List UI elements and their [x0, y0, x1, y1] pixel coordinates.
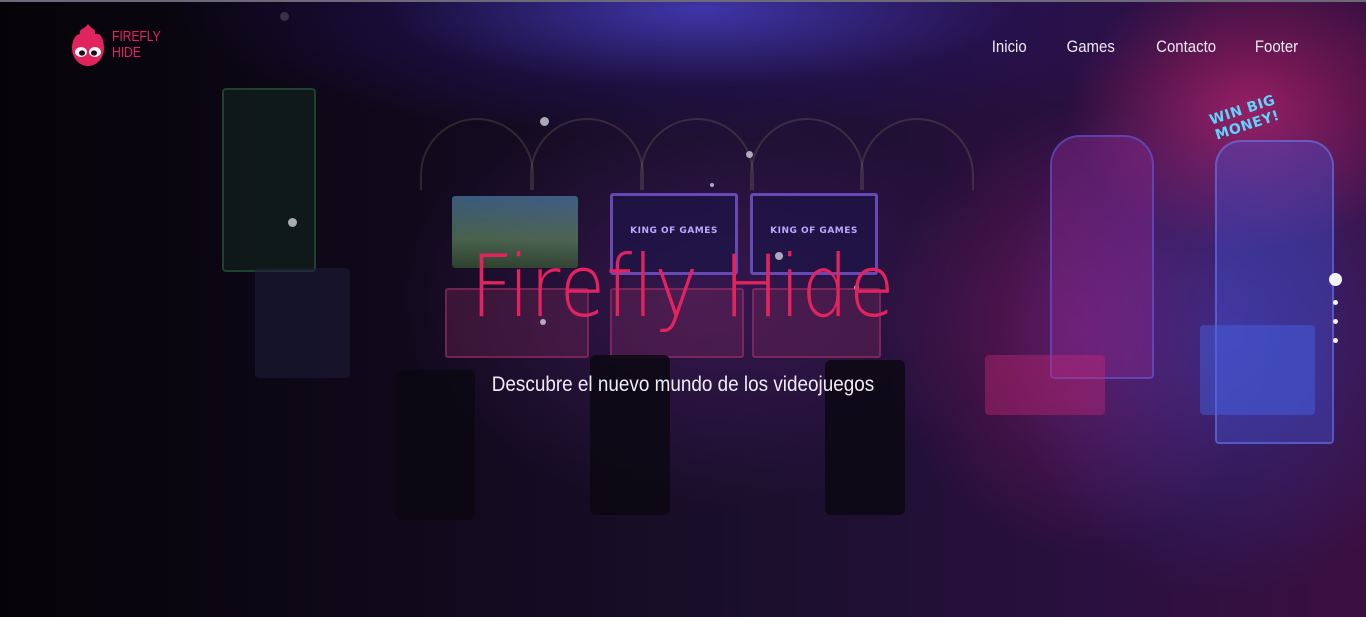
particle — [288, 218, 297, 227]
main-nav: Inicio Games Contacto Footer — [954, 37, 1298, 57]
particle — [746, 151, 753, 158]
nav-item-inicio[interactable]: Inicio — [992, 37, 1027, 57]
slide-dot-4[interactable] — [1332, 338, 1338, 343]
particle — [540, 117, 549, 126]
logo-line-2: HIDE — [112, 44, 141, 61]
logo-wordmark: FIREFLY HIDE — [112, 29, 161, 61]
logo-line-1: FIREFLY — [112, 28, 161, 45]
hero-section: KING OF GAMES KING OF GAMES WIN BIG MONE… — [0, 0, 1366, 617]
hero-title: Firefly Hide — [470, 237, 896, 337]
nav-item-games[interactable]: Games — [1067, 37, 1115, 57]
hero-subtitle: Descubre el nuevo mundo de los videojueg… — [491, 373, 875, 396]
decor-arch — [860, 118, 974, 190]
decor-arch — [420, 118, 534, 190]
logo-link[interactable]: FIREFLY HIDE — [68, 22, 171, 68]
decor-arch — [750, 118, 864, 190]
slider-pagination — [1328, 273, 1342, 343]
flame-mask-icon — [72, 24, 104, 66]
decor-arch — [530, 118, 644, 190]
particle — [710, 183, 714, 187]
slide-dot-2[interactable] — [1332, 300, 1338, 305]
nav-item-contacto[interactable]: Contacto — [1156, 37, 1216, 57]
particle — [280, 12, 289, 21]
slide-dot-1[interactable] — [1328, 273, 1342, 286]
nav-item-footer[interactable]: Footer — [1255, 37, 1298, 57]
decor-arch — [640, 118, 754, 190]
slide-dot-3[interactable] — [1332, 319, 1338, 324]
